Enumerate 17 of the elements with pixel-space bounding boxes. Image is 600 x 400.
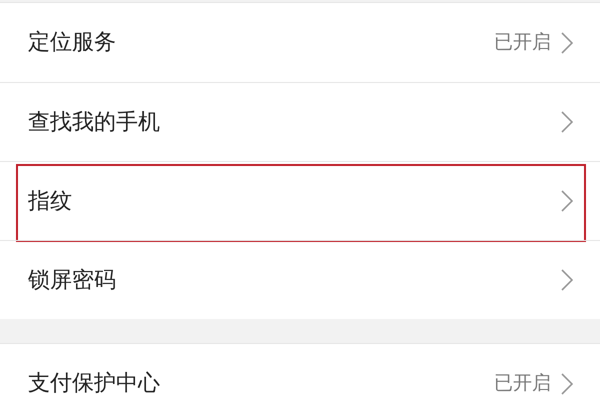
settings-row[interactable]: 定位服务 已开启 [0, 3, 600, 82]
row-label: 支付保护中心 [28, 370, 161, 398]
status-text: 已开启 [494, 371, 551, 396]
row-label: 指纹 [28, 188, 73, 216]
settings-row[interactable]: 查找我的手机 [0, 82, 600, 161]
row-label: 锁屏密码 [28, 266, 117, 294]
settings-row[interactable]: 锁屏密码 [0, 240, 600, 319]
chevron-icon [561, 372, 573, 394]
settings-row[interactable]: 指纹 [0, 161, 600, 240]
row-label: 查找我的手机 [28, 108, 161, 136]
chevron-icon [561, 32, 573, 54]
row-label: 定位服务 [28, 29, 117, 57]
chevron-icon [561, 190, 573, 212]
settings-row[interactable]: 支付保护中心 已开启 [0, 344, 600, 400]
status-text: 已开启 [494, 30, 551, 56]
chevron-icon [561, 269, 573, 291]
chevron-icon [561, 111, 573, 133]
